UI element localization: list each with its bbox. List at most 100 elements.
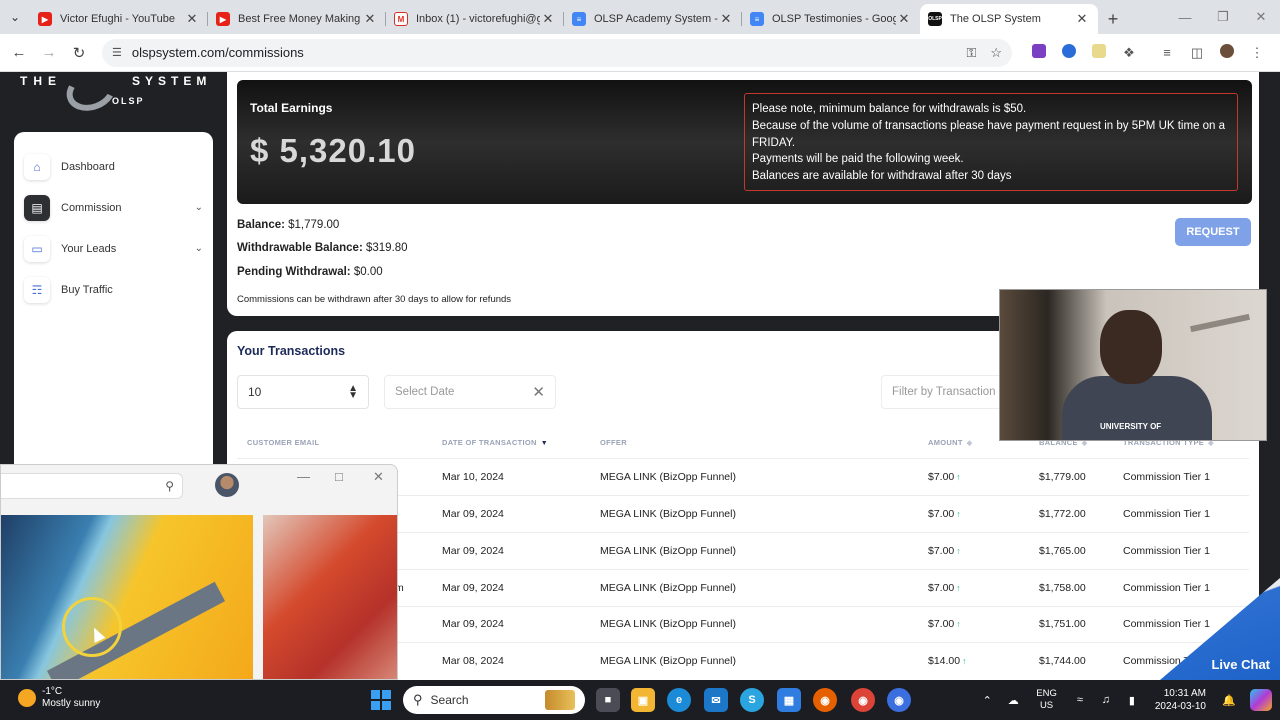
skype-icon[interactable]: S — [740, 688, 764, 712]
overlapping-app-window[interactable]: ⚲ — □ ✕ — [0, 464, 398, 680]
sidebar-item-buy-traffic[interactable]: ☶ Buy Traffic — [14, 269, 213, 310]
tab-title: The OLSP System — [950, 13, 1041, 25]
language-indicator[interactable]: ENG US — [1036, 688, 1057, 712]
extension-icon[interactable] — [1084, 44, 1114, 61]
store-icon[interactable]: ▦ — [777, 688, 801, 712]
bookmark-star-icon[interactable]: ☆ — [990, 45, 1002, 61]
earnings-title: Total Earnings — [250, 101, 333, 115]
file-explorer-icon[interactable]: ▣ — [631, 688, 655, 712]
edge-icon[interactable]: e — [667, 688, 691, 712]
minimize-icon[interactable]: — — [1166, 0, 1204, 34]
tab-close-icon[interactable]: ✕ — [718, 11, 734, 27]
docs-icon: ≡ — [572, 12, 586, 26]
browser-tab-active[interactable]: OLSP The OLSP System ✕ — [920, 4, 1098, 34]
avatar[interactable] — [1212, 44, 1242, 61]
browser-tab[interactable]: M Inbox (1) - victorefughi@g ✕ — [386, 4, 564, 34]
menu-dots-icon[interactable]: ⋮ — [1242, 45, 1272, 61]
monitor-icon: ▭ — [24, 235, 50, 262]
notice-line: Because of the volume of transactions pl… — [752, 119, 1226, 149]
tab-close-icon[interactable]: ✕ — [896, 11, 912, 27]
taskbar-search[interactable]: ⚲ Search — [403, 686, 585, 714]
close-window-icon[interactable]: ✕ — [1242, 0, 1280, 34]
sidebar-item-your-leads[interactable]: ▭ Your Leads ⌄ — [14, 228, 213, 269]
browser-tab[interactable]: ▶ Victor Efughi - YouTube ✕ — [30, 4, 208, 34]
new-tab-button[interactable]: + — [1098, 4, 1128, 34]
battery-icon[interactable]: ▮ — [1122, 694, 1142, 707]
olsp-logo[interactable]: THE SYSTEM OLSP — [20, 72, 210, 118]
earnings-card: Total Earnings $ 5,320.10 Please note, m… — [227, 72, 1259, 316]
reading-list-icon[interactable]: ≡ — [1152, 45, 1182, 60]
volume-icon[interactable]: ♫ — [1096, 694, 1116, 706]
amount-value: $7.00 — [928, 471, 955, 483]
sidebar-item-label: Buy Traffic — [61, 283, 113, 296]
page-size-select[interactable]: 10 ▲ ▼ — [237, 375, 369, 409]
browser-app-icon[interactable]: ◉ — [887, 688, 911, 712]
copilot-icon[interactable] — [1250, 689, 1272, 711]
notice-line: Balances are available for withdrawal af… — [752, 170, 1012, 183]
address-bar[interactable]: ☰ olspsystem.com/commissions ⚿ ☆ — [102, 38, 1012, 67]
thumbnail-image[interactable] — [263, 515, 397, 679]
extension-icon[interactable] — [1024, 44, 1054, 61]
earnings-amount: $ 5,320.10 — [250, 132, 416, 169]
date-filter-input[interactable]: Select Date ✕ — [384, 375, 556, 409]
cell-offer: MEGA LINK (BizOpp Funnel) — [600, 508, 736, 520]
cell-type: Commission Tier 1 — [1123, 582, 1210, 594]
weather-widget[interactable]: -1°C Mostly sunny — [18, 686, 100, 710]
chrome-icon[interactable]: ◉ — [851, 688, 875, 712]
thumbnail-image[interactable] — [1, 515, 253, 679]
tab-close-icon[interactable]: ✕ — [184, 11, 200, 27]
wifi-icon[interactable]: ≈ — [1070, 694, 1090, 706]
windows-start-icon[interactable] — [371, 690, 391, 710]
puzzle-extensions-icon[interactable]: ❖ — [1114, 45, 1144, 61]
site-info-icon[interactable]: ☰ — [112, 46, 122, 59]
window-search-input[interactable]: ⚲ — [1, 473, 183, 499]
shirt-text: UNIVERSITY OF — [1100, 422, 1162, 431]
tab-close-icon[interactable]: ✕ — [1074, 11, 1090, 27]
restore-icon[interactable]: □ — [335, 469, 343, 484]
notice-line: Please note, minimum balance for withdra… — [752, 103, 1027, 115]
webcam-overlay: UNIVERSITY OF — [999, 289, 1267, 441]
sidebar-item-dashboard[interactable]: ⌂ Dashboard — [14, 146, 213, 187]
sidebar-item-commission[interactable]: ▤ Commission ⌄ — [14, 187, 213, 228]
task-view-icon[interactable]: ■ — [596, 688, 620, 712]
window-controls: — ❐ ✕ — [1166, 0, 1280, 34]
chevron-up-icon[interactable]: ⌃ — [977, 694, 997, 707]
minimize-icon[interactable]: — — [297, 469, 310, 484]
clear-date-icon[interactable]: ✕ — [532, 383, 545, 401]
notice-line: Payments will be paid the following week… — [752, 153, 964, 166]
column-header-offer[interactable]: OFFER — [600, 438, 627, 447]
avatar[interactable] — [215, 473, 239, 497]
tab-search-dropdown[interactable]: ⌄ — [0, 0, 30, 34]
column-header-amount[interactable]: AMOUNT ◆ — [928, 438, 972, 447]
password-key-icon[interactable]: ⚿ — [966, 45, 976, 61]
sort-icon: ◆ — [966, 440, 973, 447]
back-arrow-icon[interactable]: ← — [4, 44, 34, 61]
tab-close-icon[interactable]: ✕ — [362, 11, 378, 27]
browser-tab[interactable]: ≡ OLSP Academy System - G ✕ — [564, 4, 742, 34]
column-header-email[interactable]: CUSTOMER EMAIL — [247, 438, 319, 447]
cloud-icon[interactable]: ☁ — [1003, 694, 1023, 707]
browser-tab[interactable]: ▶ Best Free Money Making A ✕ — [208, 4, 386, 34]
cell-type: Commission Tier 1 — [1123, 618, 1210, 630]
tab-close-icon[interactable]: ✕ — [540, 11, 556, 27]
column-header-date[interactable]: DATE OF TRANSACTION ▼ — [442, 438, 548, 447]
mail-icon[interactable]: ✉ — [704, 688, 728, 712]
reload-icon[interactable]: ↻ — [64, 44, 94, 62]
cell-offer: MEGA LINK (BizOpp Funnel) — [600, 582, 736, 594]
request-button[interactable]: REQUEST — [1175, 218, 1251, 246]
clock[interactable]: 10:31 AM 2024-03-10 — [1155, 687, 1206, 713]
weather-desc: Mostly sunny — [42, 698, 101, 709]
firefox-icon[interactable]: ◉ — [813, 688, 837, 712]
url-text: olspsystem.com/commissions — [131, 45, 304, 60]
browser-tab[interactable]: ≡ OLSP Testimonies - Google ✕ — [742, 4, 920, 34]
cell-amount: $7.00 ↑ — [928, 582, 961, 594]
sort-desc-icon: ▼ — [540, 440, 548, 447]
restore-icon[interactable]: ❐ — [1204, 0, 1242, 34]
notification-bell-icon[interactable]: 🔔 — [1219, 694, 1239, 707]
cell-type: Commission Tier 1 — [1123, 508, 1210, 520]
side-panel-icon[interactable]: ◫ — [1182, 45, 1212, 61]
gmail-icon: M — [394, 12, 408, 26]
forward-arrow-icon[interactable]: → — [34, 44, 64, 61]
extension-icon[interactable] — [1054, 44, 1084, 61]
close-window-icon[interactable]: ✕ — [373, 469, 384, 485]
